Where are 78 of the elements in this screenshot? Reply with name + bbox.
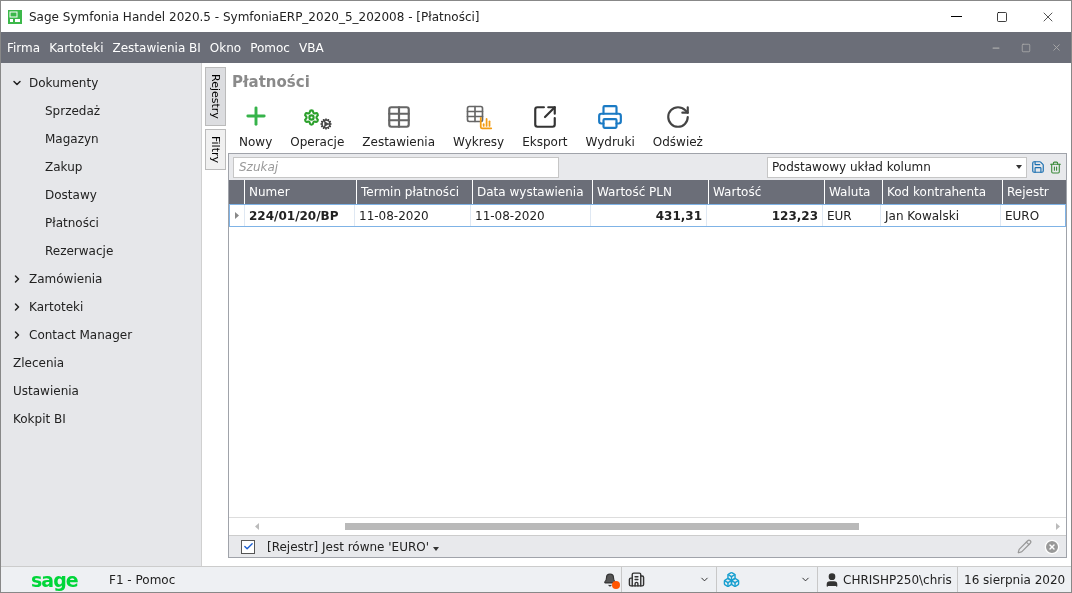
- boxes-icon: [723, 571, 740, 588]
- column-header[interactable]: Termin płatności: [356, 180, 472, 204]
- table-cell: Jan Kowalski: [880, 205, 1000, 226]
- sidebar-item[interactable]: Rezerwacje: [45, 244, 114, 258]
- app-icon: [7, 8, 23, 25]
- toolbar-button[interactable]: Odśwież: [643, 104, 712, 149]
- minimize-icon: [950, 16, 962, 17]
- filter-checkbox[interactable]: [241, 539, 255, 554]
- column-header[interactable]: Wartość: [708, 180, 824, 204]
- close-icon: [1050, 42, 1062, 53]
- table-cell: EURO: [1000, 205, 1060, 226]
- clear-icon[interactable]: [1044, 538, 1060, 555]
- table-cell: 11-08-2020: [354, 205, 470, 226]
- menu-item[interactable]: Pomoc: [250, 40, 290, 55]
- window-title: Sage Symfonia Handel 2020.5 - SymfoniaERP_2020_5_202008 - [Płatności]: [29, 9, 481, 24]
- caret-icon[interactable]: [432, 546, 439, 551]
- row-marker-icon: [235, 212, 239, 219]
- sage-logo: sage: [31, 568, 79, 591]
- sidebar-item[interactable]: Contact Manager: [29, 328, 133, 342]
- table-cell: 123,23: [706, 205, 822, 226]
- notification-bell-icon[interactable]: [603, 572, 617, 587]
- refresh-icon: [664, 104, 691, 130]
- restore-icon: [1021, 42, 1031, 53]
- table-icon: [385, 104, 412, 130]
- sidebar-item[interactable]: Ustawienia: [13, 384, 79, 398]
- menu-item[interactable]: VBA: [298, 40, 324, 55]
- table-cell: 11-08-2020: [470, 205, 590, 226]
- menu-item[interactable]: Okno: [209, 40, 242, 55]
- gears-icon: [302, 109, 332, 130]
- column-header[interactable]: Wartość PLN: [592, 180, 708, 204]
- menu-item[interactable]: Kartoteki: [49, 40, 104, 55]
- maximize-icon: [996, 10, 1008, 23]
- sidebar-item[interactable]: Magazyn: [45, 132, 99, 146]
- column-header[interactable]: Waluta: [824, 180, 882, 204]
- sidebar-item[interactable]: Dokumenty: [29, 76, 99, 90]
- toolbar-button[interactable]: Wykresy: [444, 104, 514, 149]
- sidebar-item[interactable]: Kartoteki: [29, 300, 84, 314]
- toolbar-button[interactable]: Operacje: [281, 109, 354, 149]
- help-hint: F1 - Pomoc: [109, 572, 177, 587]
- status-date: 16 sierpnia 2020: [964, 572, 1066, 587]
- toolbar-button[interactable]: Eksport: [513, 104, 577, 149]
- sidebar-item[interactable]: Zakup: [45, 160, 83, 174]
- column-header[interactable]: Kod kontrahenta: [882, 180, 1002, 204]
- toolbar-button[interactable]: Wydruki: [576, 104, 644, 149]
- layout-dropdown[interactable]: Podstawowy układ kolumn: [767, 156, 1027, 178]
- scrollbar-thumb[interactable]: [345, 523, 859, 530]
- sidebar-item[interactable]: Zlecenia: [13, 356, 65, 370]
- table-cell: EUR: [822, 205, 880, 226]
- column-header[interactable]: Rejestr: [1002, 180, 1062, 204]
- toolbar-button[interactable]: Nowy: [230, 102, 282, 149]
- printer-icon: [597, 104, 624, 130]
- menu-item[interactable]: Zestawienia BI: [112, 40, 201, 55]
- column-header[interactable]: Numer: [244, 180, 356, 204]
- page-title: Płatności: [231, 73, 311, 93]
- table-cell: 224/01/20/BP: [244, 205, 354, 226]
- menu-item[interactable]: Firma: [7, 40, 41, 55]
- column-header[interactable]: Data wystawienia: [472, 180, 592, 204]
- building-icon: [628, 571, 645, 588]
- side-tab[interactable]: Rejestry: [204, 67, 226, 126]
- sidebar-item[interactable]: Płatności: [45, 216, 99, 230]
- user-icon: [824, 571, 840, 588]
- toolbar-button[interactable]: Zestawienia: [353, 104, 445, 149]
- table-cell: 431,31: [590, 205, 706, 226]
- sidebar-item[interactable]: Zamówienia: [29, 272, 103, 286]
- sidebar-item[interactable]: Sprzedaż: [45, 104, 101, 118]
- export-icon: [531, 104, 558, 130]
- table-row[interactable]: 224/01/20/BP 11-08-2020 11-08-2020 431,31 123,23 EUR Jan Kowalski EURO: [229, 204, 1066, 227]
- save-icon[interactable]: [1031, 160, 1045, 174]
- user-name: CHRISHP250\chris: [843, 572, 952, 587]
- edit-icon[interactable]: [1017, 539, 1032, 554]
- table-chart-icon: [464, 104, 493, 130]
- sidebar-item[interactable]: Dostawy: [45, 188, 97, 202]
- filter-text[interactable]: [Rejestr] Jest równe 'EURO': [267, 539, 430, 554]
- trash-icon[interactable]: [1049, 160, 1062, 174]
- caret-icon: [1016, 165, 1022, 169]
- side-tab[interactable]: Filtry: [204, 128, 226, 170]
- search-field[interactable]: Szukaj: [233, 156, 559, 178]
- sidebar-item[interactable]: Kokpit BI: [13, 412, 66, 426]
